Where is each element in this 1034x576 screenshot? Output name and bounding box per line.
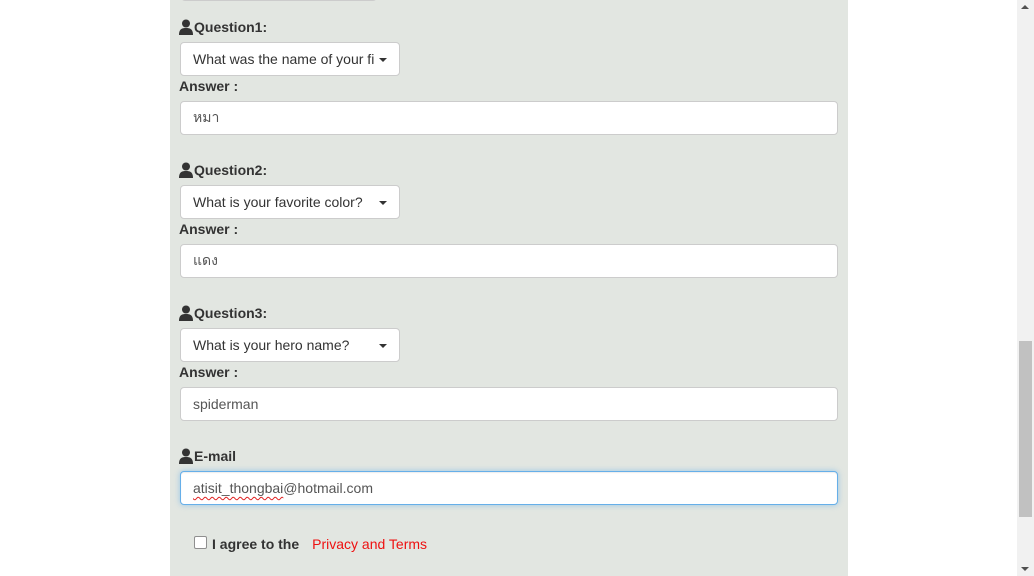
vertical-scrollbar[interactable] [1017, 0, 1034, 576]
agree-text: I agree to the [212, 536, 300, 552]
question2-label-text: Question2: [194, 162, 268, 178]
answer3-value: spiderman [193, 396, 259, 412]
answer3-label: Answer : [179, 364, 239, 380]
question3-selected: What is your hero name? [193, 337, 350, 353]
email-label: E-mail [179, 446, 236, 466]
agree-checkbox[interactable] [194, 535, 207, 549]
user-icon [179, 448, 193, 464]
answer2-input[interactable]: แดง [180, 244, 838, 278]
email-value-spellcheck: atisit_thongbai [193, 480, 284, 496]
question3-label-text: Question3: [194, 305, 268, 321]
user-icon [179, 19, 193, 35]
question2-selected: What is your favorite color? [193, 194, 363, 210]
answer3-input[interactable]: spiderman [180, 387, 838, 421]
form-panel: Question1: What was the name of your fir… [170, 0, 848, 576]
user-icon [179, 305, 193, 321]
privacy-terms-link[interactable]: Privacy and Terms [312, 536, 427, 552]
question1-label: Question1: [179, 17, 267, 37]
question3-label: Question3: [179, 303, 267, 323]
answer1-value: หมา [193, 109, 220, 125]
caret-down-icon [379, 201, 387, 205]
email-input[interactable]: atisit_thongbai @hotmail.com [180, 471, 838, 505]
email-value-rest: @hotmail.com [283, 480, 373, 496]
question1-select[interactable]: What was the name of your first pet? [180, 42, 400, 76]
scroll-up-icon[interactable] [1021, 5, 1029, 9]
question2-label: Question2: [179, 160, 267, 180]
caret-down-icon [379, 58, 387, 62]
scroll-down-icon[interactable] [1021, 567, 1029, 571]
scroll-thumb[interactable] [1019, 341, 1032, 517]
question2-select[interactable]: What is your favorite color? [180, 185, 400, 219]
agree-row: I agree to the Privacy and Terms [194, 535, 427, 552]
answer2-value: แดง [193, 252, 218, 268]
previous-field[interactable] [181, 0, 377, 1]
question1-label-text: Question1: [194, 19, 268, 35]
answer2-label: Answer : [179, 221, 239, 237]
question3-select[interactable]: What is your hero name? [180, 328, 400, 362]
user-icon [179, 162, 193, 178]
caret-down-icon [379, 344, 387, 348]
answer1-input[interactable]: หมา [180, 101, 838, 135]
email-label-text: E-mail [194, 448, 237, 464]
answer1-label: Answer : [179, 78, 239, 94]
question1-selected: What was the name of your first pet? [193, 51, 375, 67]
